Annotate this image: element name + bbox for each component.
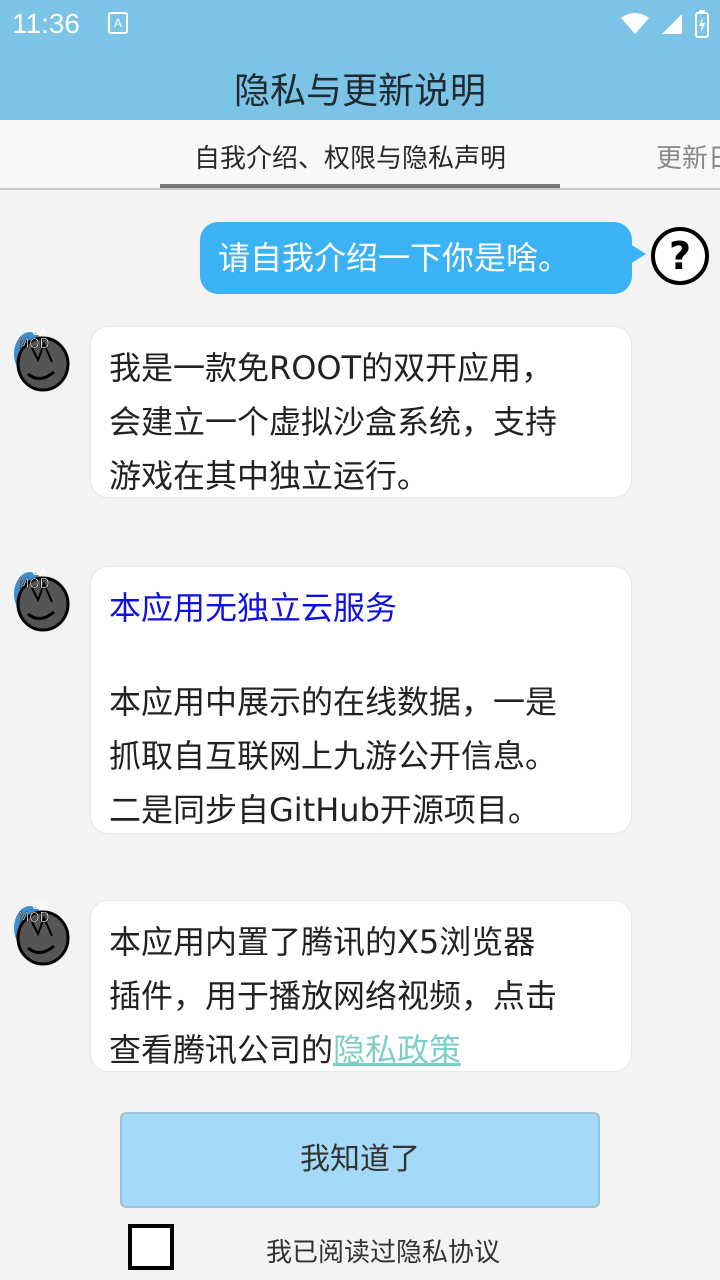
message-line: 本应用中展示的在线数据，一是: [109, 683, 558, 721]
message-line: 游戏在其中独立运行。: [109, 457, 430, 495]
tab-privacy[interactable]: 自我介绍、权限与隐私声明: [194, 138, 506, 175]
cell-signal-icon: [662, 14, 682, 34]
user-message-bubble: 请自我介绍一下你是啥。: [200, 222, 646, 294]
page-title: 隐私与更新说明: [233, 71, 486, 112]
privacy-agreement-checkbox[interactable]: [128, 1224, 174, 1270]
svg-text:MOD: MOD: [18, 337, 49, 352]
bot-avatar-icon: GA MOD: [14, 901, 70, 966]
privacy-policy-link[interactable]: 隐私政策: [333, 1031, 461, 1069]
question-icon: ?: [651, 227, 709, 285]
svg-text:?: ?: [669, 234, 691, 278]
battery-icon: [695, 10, 709, 38]
message-line: 插件，用于播放网络视频，点击: [109, 977, 558, 1015]
tab-updates[interactable]: 更新日: [656, 138, 720, 175]
message-line: 二是同步自GitHub开源项目。: [109, 791, 540, 829]
bot-avatar-icon: GA MOD: [14, 567, 70, 632]
tab-indicator: [160, 184, 560, 188]
checkbox-label: 我已阅读过隐私协议: [266, 1238, 501, 1268]
notification-icon: A: [108, 12, 128, 34]
message-line: 查看腾讯公司的隐私政策: [109, 1023, 613, 1077]
tab-bar: 自我介绍、权限与隐私声明 更新日: [0, 120, 720, 190]
message-line: 抓取自互联网上九游公开信息。: [109, 737, 558, 775]
message-title: 本应用无独立云服务: [109, 589, 398, 627]
svg-text:MOD: MOD: [18, 911, 49, 926]
wifi-icon: [621, 13, 649, 34]
message-text: 查看腾讯公司的: [109, 1031, 334, 1069]
bot-message-bubble: 本应用无独立云服务 本应用中展示的在线数据，一是 抓取自互联网上九游公开信息。 …: [90, 566, 632, 834]
message-line: 会建立一个虚拟沙盒系统，支持: [109, 403, 558, 441]
message-line: 本应用内置了腾讯的X5浏览器: [109, 923, 536, 961]
bot-avatar-icon: GA MOD: [14, 327, 70, 392]
status-icons: [620, 10, 710, 38]
svg-text:MOD: MOD: [18, 577, 49, 592]
message-line: 我是一款免ROOT的双开应用，: [109, 349, 554, 387]
app-header: 11:36 A 隐私与更新说明: [0, 0, 720, 120]
status-time: 11:36: [12, 8, 80, 39]
bot-message-bubble: 我是一款免ROOT的双开应用， 会建立一个虚拟沙盒系统，支持 游戏在其中独立运行…: [90, 326, 632, 498]
bot-message-bubble: 本应用内置了腾讯的X5浏览器 插件，用于播放网络视频，点击 查看腾讯公司的隐私政…: [90, 900, 632, 1072]
acknowledge-button[interactable]: 我知道了: [120, 1112, 600, 1208]
